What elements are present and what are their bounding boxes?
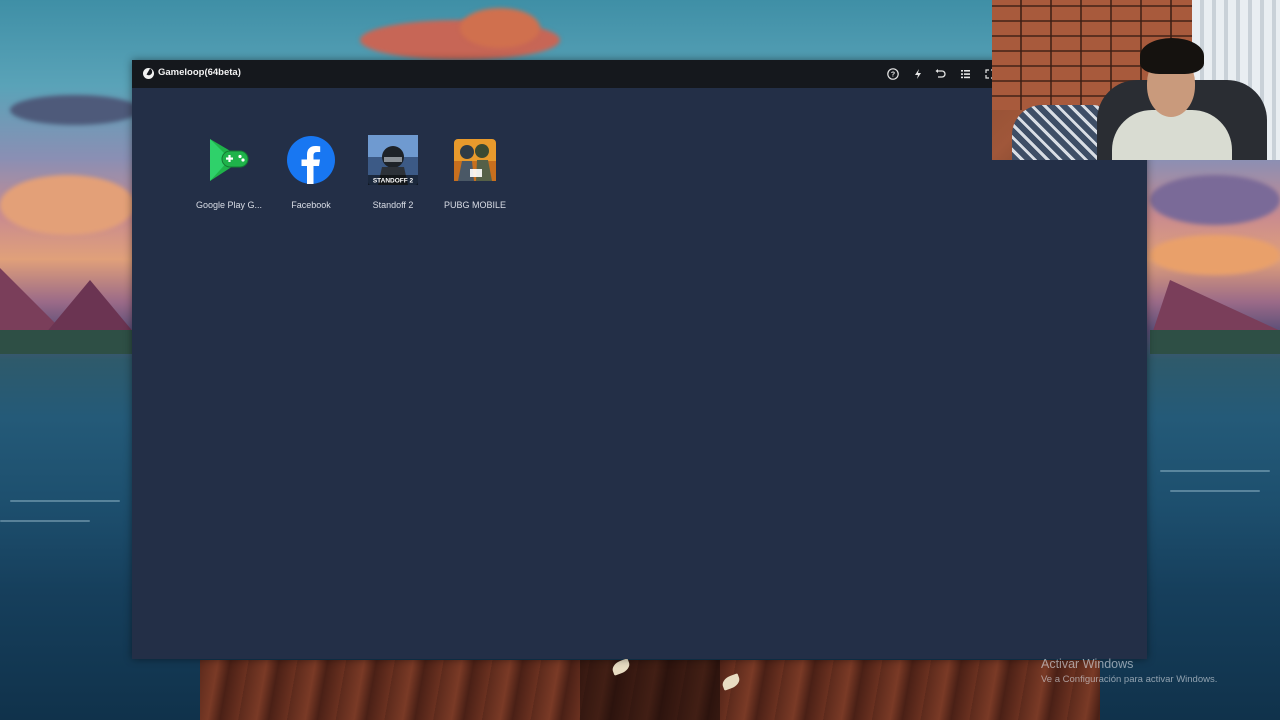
- pubg-mobile-icon: [450, 135, 500, 185]
- wallpaper-cloud: [10, 95, 140, 125]
- google-play-games-icon: [204, 135, 254, 185]
- wallpaper-cloud: [0, 175, 135, 235]
- menu-icon[interactable]: [957, 66, 973, 82]
- app-label: Facebook: [291, 200, 331, 210]
- wallpaper-shoreline: [1150, 330, 1280, 354]
- wallpaper-shadow: [580, 660, 720, 720]
- facebook-icon: [286, 135, 336, 185]
- standoff-icon-text: STANDOFF 2: [373, 178, 414, 185]
- activation-watermark-subtitle: Ve a Configuración para activar Windows.: [1041, 674, 1218, 685]
- wallpaper-wave: [0, 520, 90, 522]
- wallpaper-wave: [10, 500, 120, 502]
- svg-text:?: ?: [891, 72, 895, 79]
- wallpaper-cloud: [460, 8, 540, 48]
- wallpaper-cloud: [1150, 235, 1280, 275]
- webcam-overlay: [992, 0, 1280, 160]
- wallpaper-wave: [1170, 490, 1260, 492]
- app-pubg-mobile[interactable]: PUBG MOBILE: [434, 133, 516, 215]
- help-icon[interactable]: ?: [885, 66, 901, 82]
- gameloop-logo-icon: [143, 68, 154, 79]
- app-label: PUBG MOBILE: [443, 200, 506, 210]
- app-google-play-games[interactable]: Google Play G...: [188, 133, 270, 215]
- standoff-2-icon: STANDOFF 2: [368, 135, 418, 185]
- app-facebook[interactable]: Facebook: [270, 133, 352, 215]
- window-title: Gameloop(64beta): [158, 67, 241, 78]
- wallpaper-cloud: [1150, 175, 1280, 225]
- lightning-icon[interactable]: [910, 66, 926, 82]
- app-label: Google Play G...: [195, 200, 263, 210]
- wallpaper-wave: [1160, 470, 1270, 472]
- app-standoff-2[interactable]: STANDOFF 2 Standoff 2: [352, 133, 434, 215]
- app-label: Standoff 2: [372, 200, 414, 210]
- webcam-person-hair: [1140, 38, 1204, 74]
- webcam-person-body: [1112, 110, 1232, 160]
- activation-watermark-title: Activar Windows: [1041, 657, 1134, 671]
- undo-icon[interactable]: [932, 66, 948, 82]
- wallpaper-shoreline: [0, 330, 135, 354]
